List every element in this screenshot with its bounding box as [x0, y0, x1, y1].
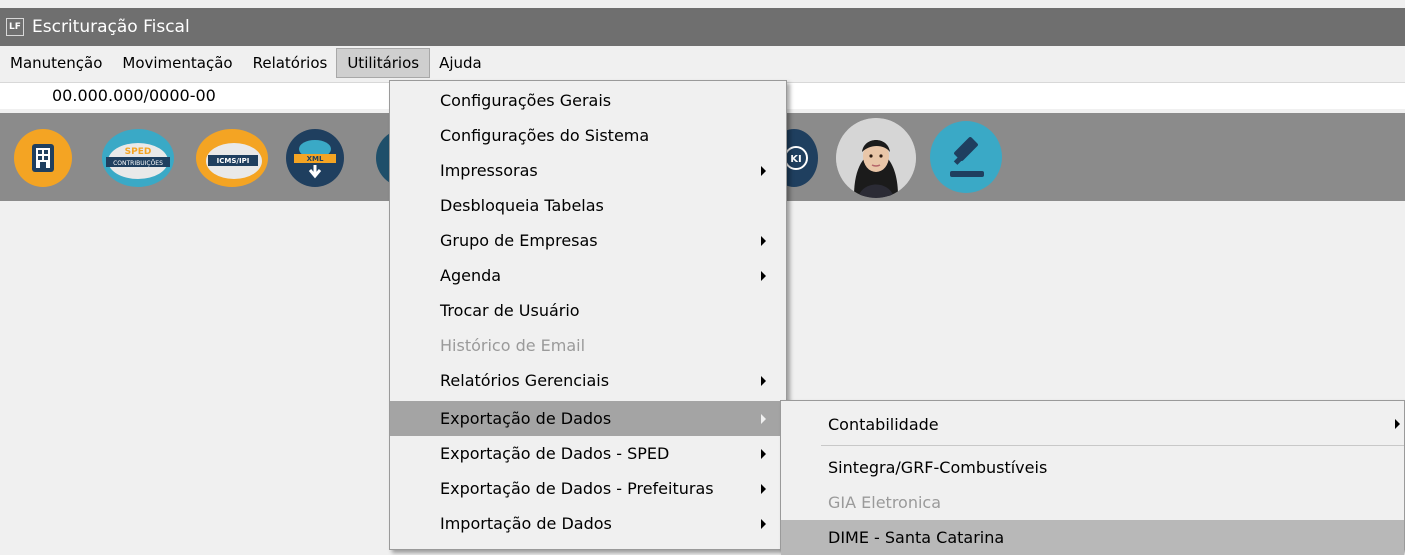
menu-utilitarios[interactable]: Utilitários [336, 48, 431, 78]
submenu-arrow-icon [761, 376, 766, 386]
company-cnpj: 00.000.000/0000-00 [52, 86, 216, 105]
menu-item-agenda[interactable]: Agenda [390, 258, 786, 293]
submenu-item-gia-eletronica: GIA Eletronica [781, 485, 1404, 520]
wiki-label: KI [790, 154, 801, 165]
submenu-arrow-icon [1395, 419, 1400, 429]
menu-item-relatorios-gerenciais[interactable]: Relatórios Gerenciais [390, 363, 786, 398]
gavel-icon[interactable] [930, 121, 1002, 193]
icms-ipi-label: ICMS/IPI [217, 157, 250, 165]
menu-item-configuracoes-gerais[interactable]: Configurações Gerais [390, 83, 786, 118]
menu-bar: Manutenção Movimentação Relatórios Utili… [0, 46, 1405, 80]
menu-item-exportacao-dados-sped[interactable]: Exportação de Dados - SPED [390, 436, 786, 471]
menu-item-label: Configurações Gerais [440, 91, 612, 110]
menu-item-label: Agenda [440, 266, 502, 285]
menu-item-label: Exportação de Dados [440, 409, 612, 428]
menu-item-label: Importação de Dados [440, 514, 612, 533]
menu-item-label: Grupo de Empresas [440, 231, 598, 250]
menu-item-label: Histórico de Email [440, 336, 586, 355]
submenu-arrow-icon [761, 414, 766, 424]
menu-manutencao[interactable]: Manutenção [0, 49, 112, 77]
menu-separator [821, 445, 1404, 446]
menu-item-exportacao-dados[interactable]: Exportação de Dados [390, 401, 786, 436]
submenu-arrow-icon [761, 236, 766, 246]
menu-item-trocar-usuario[interactable]: Trocar de Usuário [390, 293, 786, 328]
menu-ajuda[interactable]: Ajuda [429, 49, 492, 77]
submenu-item-sintegra[interactable]: Sintegra/GRF-Combustíveis [781, 450, 1404, 485]
submenu-arrow-icon [761, 449, 766, 459]
menu-item-label: Configurações do Sistema [440, 126, 650, 145]
menu-item-desbloqueia-tabelas[interactable]: Desbloqueia Tabelas [390, 188, 786, 223]
menu-item-label: Contabilidade [828, 415, 939, 434]
submenu-arrow-icon [761, 166, 766, 176]
submenu-arrow-icon [761, 484, 766, 494]
xml-download-icon[interactable]: XML [286, 129, 344, 187]
sped-contribuicoes-icon[interactable]: SPED CONTRIBUIÇÕES [102, 129, 174, 187]
submenu-arrow-icon [761, 271, 766, 281]
company-icon[interactable] [14, 129, 72, 187]
icms-ipi-icon[interactable]: ICMS/IPI [196, 129, 268, 187]
menu-item-label: Relatórios Gerenciais [440, 371, 610, 390]
menu-item-historico-email: Histórico de Email [390, 328, 786, 363]
menu-item-importacao-dados[interactable]: Importação de Dados [390, 506, 786, 541]
menu-item-label: GIA Eletronica [828, 493, 942, 512]
menu-item-label: DIME - Santa Catarina [828, 528, 1005, 547]
menu-item-grupo-empresas[interactable]: Grupo de Empresas [390, 223, 786, 258]
utilitarios-dropdown: Configurações Gerais Configurações do Si… [389, 80, 787, 550]
exportacao-submenu: Contabilidade Sintegra/GRF-Combustíveis … [780, 400, 1405, 555]
menu-item-label: Sintegra/GRF-Combustíveis [828, 458, 1048, 477]
menu-item-exportacao-dados-prefeituras[interactable]: Exportação de Dados - Prefeituras [390, 471, 786, 506]
window-title: Escrituração Fiscal [32, 17, 190, 37]
submenu-item-contabilidade[interactable]: Contabilidade [781, 407, 1404, 442]
contribuicoes-label: CONTRIBUIÇÕES [113, 160, 163, 167]
menu-item-configuracoes-sistema[interactable]: Configurações do Sistema [390, 118, 786, 153]
menu-item-label: Trocar de Usuário [440, 301, 580, 320]
menu-item-impressoras[interactable]: Impressoras [390, 153, 786, 188]
submenu-item-dime-santa-catarina[interactable]: DIME - Santa Catarina [781, 520, 1404, 555]
menu-relatorios[interactable]: Relatórios [243, 49, 338, 77]
submenu-arrow-icon [761, 519, 766, 529]
menu-movimentacao[interactable]: Movimentação [112, 49, 242, 77]
menu-item-label: Impressoras [440, 161, 538, 180]
sped-label: SPED [125, 147, 152, 157]
menu-item-label: Desbloqueia Tabelas [440, 196, 604, 215]
menu-item-label: Exportação de Dados - SPED [440, 444, 670, 463]
xml-label: XML [307, 155, 324, 163]
menu-item-label: Exportação de Dados - Prefeituras [440, 479, 714, 498]
title-bar: LF Escrituração Fiscal [0, 8, 1405, 46]
assistant-avatar-icon[interactable] [836, 118, 916, 198]
app-logo-icon: LF [6, 18, 24, 36]
